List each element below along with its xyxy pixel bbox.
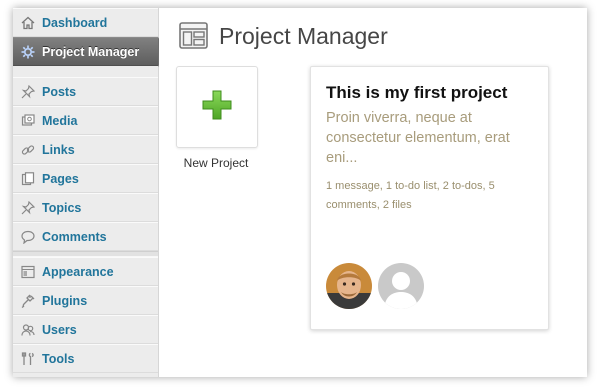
- sidebar-item-project-manager[interactable]: Project Manager: [13, 37, 167, 67]
- home-icon: [21, 16, 35, 30]
- sidebar-item-comments[interactable]: Comments: [13, 222, 158, 251]
- sidebar-item-media[interactable]: Media: [13, 106, 158, 135]
- page-title: Project Manager: [219, 22, 388, 49]
- sidebar-item-label: Links: [42, 142, 75, 157]
- pages-icon: [21, 171, 35, 186]
- new-project-button[interactable]: [176, 66, 258, 148]
- sidebar-item-tools[interactable]: Tools: [13, 344, 158, 373]
- sidebar-item-users[interactable]: Users: [13, 315, 158, 344]
- sidebar-item-label: Posts: [42, 84, 77, 99]
- page-header: Project Manager: [179, 20, 388, 52]
- avatar-default[interactable]: [378, 263, 424, 309]
- gear-icon: [21, 45, 35, 59]
- admin-window: Dashboard Project Manager Posts Media Li…: [13, 8, 587, 377]
- sidebar-item-links[interactable]: Links: [13, 135, 158, 164]
- project-card[interactable]: This is my first project Proin viverra, …: [310, 66, 549, 330]
- plug-icon: [21, 294, 35, 308]
- sidebar-item-topics[interactable]: Topics: [13, 193, 158, 222]
- media-icon: [21, 113, 35, 128]
- sidebar-item-posts[interactable]: Posts: [13, 77, 158, 106]
- project-description: Proin viverra, neque at consectetur elem…: [326, 110, 510, 166]
- appearance-icon: [21, 265, 35, 279]
- sidebar-item-label: Media: [42, 113, 78, 128]
- main-content: Project Manager New Project This is my f…: [159, 8, 587, 377]
- sidebar-item-label: Appearance: [42, 264, 114, 279]
- sidebar-item-label: Dashboard: [42, 15, 108, 30]
- pushpin-icon: [21, 200, 35, 215]
- new-project-label[interactable]: New Project: [166, 156, 266, 170]
- users-icon: [21, 323, 35, 337]
- sidebar-item-appearance[interactable]: Appearance: [13, 257, 158, 286]
- sidebar-item-label: Plugins: [42, 293, 88, 308]
- sidebar-item-label: Users: [42, 322, 77, 337]
- sidebar-item-label: Project Manager: [42, 44, 140, 59]
- sidebar-item-label: Tools: [42, 351, 75, 366]
- sidebar-item-plugins[interactable]: Plugins: [13, 286, 158, 315]
- comment-icon: [21, 230, 35, 244]
- sidebar-item-dashboard[interactable]: Dashboard: [13, 8, 158, 37]
- sidebar-item-label: Pages: [42, 171, 79, 186]
- sidebar-item-pages[interactable]: Pages: [13, 164, 158, 193]
- plus-icon: [201, 89, 233, 126]
- admin-sidebar: Dashboard Project Manager Posts Media Li…: [13, 8, 167, 377]
- sidebar-item-label: Comments: [42, 229, 107, 244]
- pushpin-icon: [21, 84, 35, 99]
- avatar[interactable]: [326, 263, 372, 309]
- sidebar-item-label: Topics: [42, 200, 82, 215]
- project-title[interactable]: This is my first project: [326, 83, 541, 103]
- project-stats: 1 message, 1 to-do list, 2 to-dos, 5 com…: [326, 180, 495, 211]
- project-manager-icon: [179, 21, 209, 51]
- link-icon: [21, 143, 35, 157]
- tools-icon: [21, 351, 35, 366]
